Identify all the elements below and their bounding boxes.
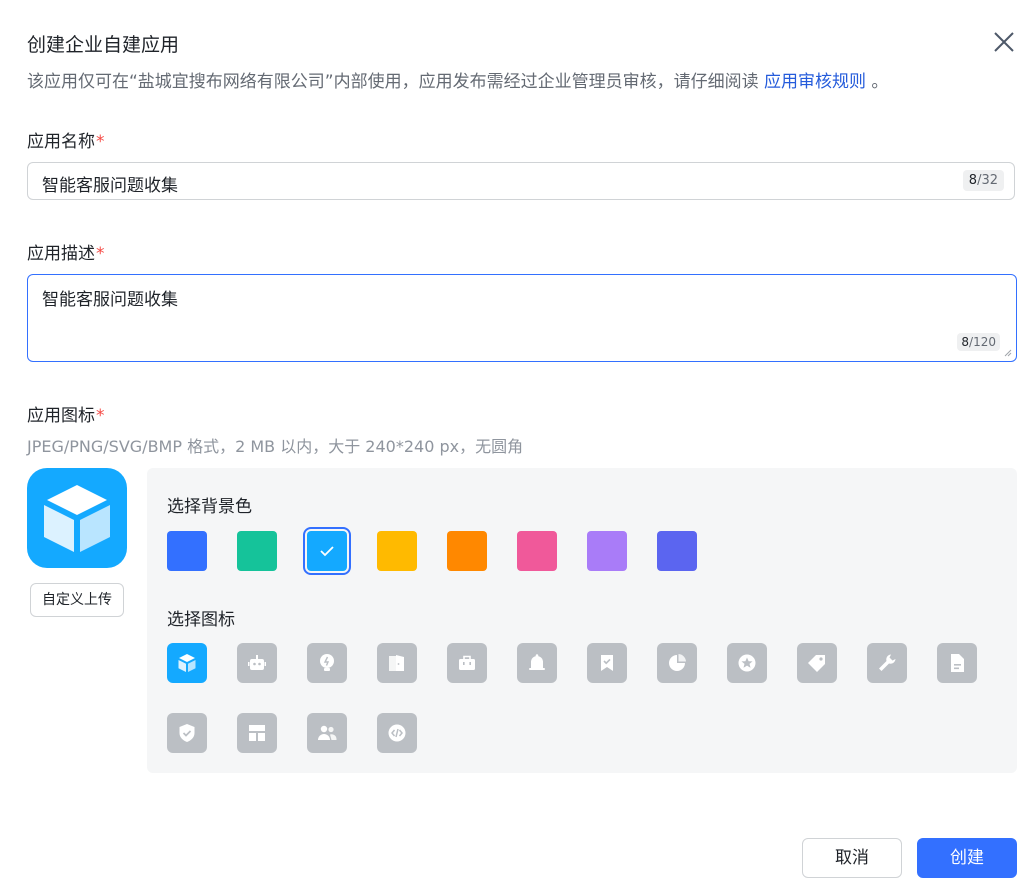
subtitle-text: 该应用仅可在“盐城宜搜布网络有限公司”内部使用，应用发布需经过企业管理员审核，请… — [27, 72, 765, 92]
bg-color-swatch[interactable] — [377, 531, 417, 571]
check-icon — [320, 546, 334, 557]
dialog-title: 创建企业自建应用 — [27, 34, 180, 56]
app-name-input[interactable]: 智能客服问题收集 8/32 — [27, 162, 1015, 200]
icon-picker-panel: 选择背景色 选择图标 — [147, 468, 1017, 773]
bell-icon — [529, 654, 545, 670]
icon-option[interactable] — [867, 643, 907, 683]
app-name-value: 智能客服问题收集 — [42, 176, 178, 196]
bookmark-check-icon — [601, 655, 613, 671]
icon-option[interactable] — [657, 643, 697, 683]
subtitle-suffix: 。 — [866, 72, 889, 92]
cube-icon — [44, 485, 110, 552]
layout-icon — [249, 725, 265, 741]
icon-option[interactable] — [517, 643, 557, 683]
required-mark: * — [96, 132, 105, 152]
bg-color-swatch[interactable] — [447, 531, 487, 571]
bg-color-swatch[interactable] — [303, 527, 351, 575]
icon-option[interactable] — [167, 643, 207, 683]
app-desc-max: /120 — [969, 335, 996, 349]
icon-option[interactable] — [727, 643, 767, 683]
bg-color-swatch[interactable] — [237, 531, 277, 571]
bg-color-swatch[interactable] — [167, 531, 207, 571]
app-icon-label: 应用图标* — [27, 401, 105, 426]
cube-icon — [178, 654, 196, 672]
icon-option[interactable] — [797, 643, 837, 683]
icon-option[interactable] — [237, 643, 277, 683]
people-icon — [318, 725, 337, 740]
icon-option[interactable] — [377, 713, 417, 753]
icon-option[interactable] — [167, 713, 207, 753]
app-icon-preview — [27, 468, 127, 568]
icon-option[interactable] — [587, 643, 627, 683]
briefcase-icon — [459, 655, 475, 670]
app-desc-label: 应用描述* — [27, 239, 105, 264]
app-name-count: 8 — [968, 173, 978, 188]
wrench-icon — [879, 654, 896, 671]
icon-option[interactable] — [377, 643, 417, 683]
app-name-label-text: 应用名称 — [27, 132, 95, 152]
icon-option[interactable] — [237, 713, 277, 753]
bg-color-swatch[interactable] — [657, 531, 697, 571]
icon-option[interactable] — [937, 643, 977, 683]
app-desc-count: 8 — [961, 335, 970, 349]
door-icon — [389, 655, 404, 671]
star-icon — [738, 654, 756, 672]
cancel-button[interactable]: 取消 — [802, 838, 902, 878]
icon-option[interactable] — [307, 643, 347, 683]
review-rules-link[interactable]: 应用审核规则 — [764, 72, 866, 92]
icon-option[interactable] — [447, 643, 487, 683]
app-desc-counter: 8/120 — [957, 333, 1000, 351]
bg-color-title: 选择背景色 — [167, 497, 252, 517]
required-mark: * — [96, 406, 105, 426]
app-name-counter: 8/32 — [962, 170, 1004, 191]
shield-check-icon — [179, 724, 195, 742]
app-icon-label-text: 应用图标 — [27, 406, 95, 426]
dialog-subtitle: 该应用仅可在“盐城宜搜布网络有限公司”内部使用，应用发布需经过企业管理员审核，请… — [27, 67, 888, 92]
custom-upload-button[interactable]: 自定义上传 — [30, 583, 124, 617]
close-icon[interactable] — [990, 28, 1018, 56]
app-desc-label-text: 应用描述 — [27, 244, 95, 264]
required-mark: * — [96, 244, 105, 264]
app-desc-value: 智能客服问题收集 — [42, 290, 178, 310]
lightbulb-icon — [320, 654, 334, 671]
robot-icon — [248, 655, 266, 670]
app-name-label: 应用名称* — [27, 127, 105, 152]
pie-chart-icon — [669, 654, 686, 671]
create-button[interactable]: 创建 — [917, 838, 1017, 878]
bg-color-swatch[interactable] — [517, 531, 557, 571]
resize-handle-icon[interactable] — [1003, 348, 1012, 357]
app-desc-textarea[interactable]: 智能客服问题收集 8/120 — [27, 274, 1017, 362]
icon-option[interactable] — [307, 713, 347, 753]
bg-color-swatch[interactable] — [587, 531, 627, 571]
document-icon — [951, 654, 964, 672]
icon-format-hint: JPEG/PNG/SVG/BMP 格式，2 MB 以内，大于 240*240 p… — [27, 437, 524, 456]
icon-select-title: 选择图标 — [167, 610, 235, 630]
tag-icon — [808, 655, 825, 672]
code-icon — [388, 724, 406, 742]
app-name-max: /32 — [977, 173, 998, 188]
